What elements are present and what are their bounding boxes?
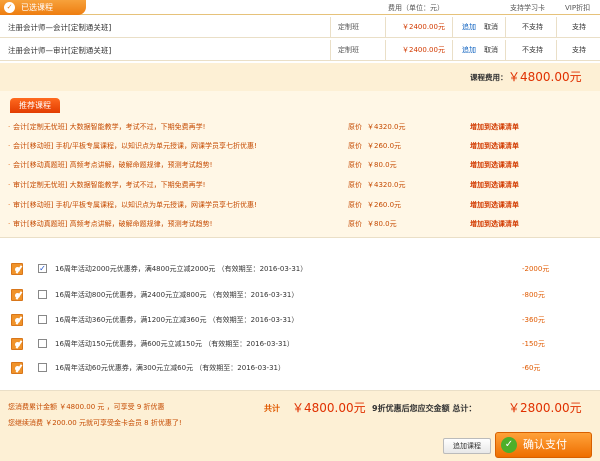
cart-icon: ✓ bbox=[4, 2, 15, 13]
coupon-checkbox[interactable] bbox=[38, 363, 47, 372]
col-vip: VIP折扣 bbox=[565, 4, 591, 12]
coupon-row: 16周年活动60元优惠券，满300元立减60元 （有效期至：2016-03-31… bbox=[0, 359, 600, 377]
coupon-amount: -150元 bbox=[522, 340, 545, 348]
course-price: ￥2400.00元 bbox=[402, 46, 445, 54]
original-price-label: 原价 bbox=[348, 181, 362, 189]
original-price: ￥260.0元 bbox=[367, 201, 402, 209]
recommend-name[interactable]: 审计[移动班] 手机/平板专属课程，以知识点为单元授课，网课学员享七折优惠! bbox=[13, 196, 257, 214]
coupon-checkbox[interactable]: ✓ bbox=[38, 264, 47, 273]
course-name: 注册会计师—会计[定制通关班] bbox=[8, 23, 112, 32]
coupon-amount: -360元 bbox=[522, 316, 545, 324]
course-name: 注册会计师—审计[定制通关班] bbox=[8, 46, 112, 55]
original-price-label: 原价 bbox=[348, 220, 362, 228]
add-to-list-link[interactable]: 增加到选课清单 bbox=[470, 137, 519, 155]
coupon-row: 16周年活动360元优惠券，满1200元立减360元 （有效期至：2016-03… bbox=[0, 311, 600, 329]
original-price-label: 原价 bbox=[348, 161, 362, 169]
card-support: 不支持 bbox=[522, 23, 543, 31]
recommend-name[interactable]: 会计[移动班] 手机/平板专属课程，以知识点为单元授课，网课学员享七折优惠! bbox=[13, 137, 257, 155]
coupon-text: 16周年活动360元优惠券，满1200元立减360元 （有效期至：2016-03… bbox=[55, 316, 299, 324]
recommended-tag: 推荐课程 bbox=[10, 98, 60, 113]
append-link[interactable]: 追加 bbox=[462, 17, 476, 38]
coupon-row: ✓ 16周年活动2000元优惠券，满4800元立减2000元 （有效期至：201… bbox=[0, 260, 600, 278]
final-value: ￥2800.00元 bbox=[508, 401, 582, 415]
card-support: 不支持 bbox=[522, 46, 543, 54]
coupon-amount: -800元 bbox=[522, 291, 545, 299]
cancel-link[interactable]: 取消 bbox=[484, 17, 498, 38]
cart-row: 注册会计师—审计[定制通关班] 定制班 ￥2400.00元 追加 取消 不支持 … bbox=[0, 40, 600, 61]
vip-support: 支持 bbox=[572, 23, 586, 31]
cart-header: ✓ 已选课程 费用（单位：元） 支持学习卡 VIP折扣 bbox=[0, 0, 600, 15]
confirm-pay-label: 确认支付 bbox=[523, 438, 567, 451]
cart-row: 注册会计师—会计[定制通关班] 定制班 ￥2400.00元 追加 取消 不支持 … bbox=[0, 17, 600, 38]
add-course-button[interactable]: 追加课程 bbox=[443, 438, 491, 454]
course-price: ￥2400.00元 bbox=[402, 23, 445, 31]
coupon-text: 16周年活动60元优惠券，满300元立减60元 （有效期至：2016-03-31… bbox=[55, 364, 285, 372]
total-label: 共计 bbox=[264, 404, 280, 413]
discount-text: 9折优惠后您应交金额 总计： bbox=[372, 404, 477, 413]
coupon-text: 16周年活动150元优惠券，满600元立减150元 （有效期至：2016-03-… bbox=[55, 340, 294, 348]
coupon-row: 16周年活动150元优惠券，满600元立减150元 （有效期至：2016-03-… bbox=[0, 335, 600, 353]
original-price-label: 原价 bbox=[348, 201, 362, 209]
coupon-icon bbox=[11, 338, 23, 350]
col-card: 支持学习卡 bbox=[510, 4, 545, 12]
recommend-name[interactable]: 审计[定制无忧班] 大数据智能教学，考试不过，下期免费再学! bbox=[13, 176, 206, 194]
add-to-list-link[interactable]: 增加到选课清单 bbox=[470, 176, 519, 194]
recommend-item: · 会计[移动真题班] 高频考点讲解，破解命题规律，预测考试趋势! 原价 ￥80… bbox=[0, 156, 600, 174]
col-fee: 费用（单位：元） bbox=[388, 4, 444, 12]
recommend-item: · 会计[定制无忧班] 大数据智能教学，考试不过，下期免费再学! 原价 ￥432… bbox=[0, 118, 600, 136]
recommend-item: · 审计[移动真题班] 高频考点讲解，破解命题规律，预测考试趋势! 原价 ￥80… bbox=[0, 215, 600, 233]
spend-summary: 您消费累计金额 ￥4800.00 元 ，可享受 9 折优惠 bbox=[8, 403, 165, 411]
add-to-list-link[interactable]: 增加到选课清单 bbox=[470, 118, 519, 136]
original-price: ￥80.0元 bbox=[367, 220, 397, 228]
vip-support: 支持 bbox=[572, 46, 586, 54]
coupon-icon bbox=[11, 289, 23, 301]
course-fee-band: 课程费用： ￥4800.00元 bbox=[0, 63, 600, 91]
original-price: ￥260.0元 bbox=[367, 142, 402, 150]
recommend-item: · 会计[移动班] 手机/平板专属课程，以知识点为单元授课，网课学员享七折优惠!… bbox=[0, 137, 600, 155]
coupon-icon bbox=[11, 362, 23, 374]
add-to-list-link[interactable]: 增加到选课清单 bbox=[470, 215, 519, 233]
check-icon: ✓ bbox=[501, 437, 517, 453]
add-to-list-link[interactable]: 增加到选课清单 bbox=[470, 196, 519, 214]
coupon-icon bbox=[11, 263, 23, 275]
recommend-item: · 审计[定制无忧班] 大数据智能教学，考试不过，下期免费再学! 原价 ￥432… bbox=[0, 176, 600, 194]
add-to-list-link[interactable]: 增加到选课清单 bbox=[470, 156, 519, 174]
coupon-amount: -2000元 bbox=[522, 265, 550, 273]
recommend-name[interactable]: 会计[定制无忧班] 大数据智能教学，考试不过，下期免费再学! bbox=[13, 118, 206, 136]
original-price: ￥80.0元 bbox=[367, 161, 397, 169]
cancel-link[interactable]: 取消 bbox=[484, 40, 498, 61]
course-fee-label: 课程费用： bbox=[470, 73, 508, 82]
coupon-checkbox[interactable] bbox=[38, 290, 47, 299]
original-price: ￥4320.0元 bbox=[367, 181, 406, 189]
coupon-text: 16周年活动2000元优惠券，满4800元立减2000元 （有效期至：2016-… bbox=[55, 265, 308, 273]
coupon-checkbox[interactable] bbox=[38, 339, 47, 348]
recommend-item: · 审计[移动班] 手机/平板专属课程，以知识点为单元授课，网课学员享七折优惠!… bbox=[0, 196, 600, 214]
recommend-name[interactable]: 会计[移动真题班] 高频考点讲解，破解命题规律，预测考试趋势! bbox=[13, 156, 213, 174]
coupon-icon bbox=[11, 314, 23, 326]
coupon-amount: -60元 bbox=[522, 364, 541, 372]
upgrade-hint: 您继续消费 ￥200.00 元就可享受金卡会员 8 折优惠了! bbox=[8, 419, 182, 427]
total-value: ￥4800.00元 bbox=[292, 401, 366, 415]
course-type: 定制班 bbox=[338, 46, 359, 54]
header-title: 已选课程 bbox=[21, 3, 53, 12]
course-type: 定制班 bbox=[338, 23, 359, 31]
coupon-checkbox[interactable] bbox=[38, 315, 47, 324]
original-price-label: 原价 bbox=[348, 123, 362, 131]
append-link[interactable]: 追加 bbox=[462, 40, 476, 61]
course-fee-value: ￥4800.00元 bbox=[508, 70, 582, 84]
coupon-text: 16周年活动800元优惠券，满2400元立减800元 （有效期至：2016-03… bbox=[55, 291, 299, 299]
coupon-row: 16周年活动800元优惠券，满2400元立减800元 （有效期至：2016-03… bbox=[0, 286, 600, 304]
recommend-name[interactable]: 审计[移动真题班] 高频考点讲解，破解命题规律，预测考试趋势! bbox=[13, 215, 213, 233]
original-price: ￥4320.0元 bbox=[367, 123, 406, 131]
original-price-label: 原价 bbox=[348, 142, 362, 150]
selected-courses-tab: ✓ 已选课程 bbox=[0, 0, 86, 15]
